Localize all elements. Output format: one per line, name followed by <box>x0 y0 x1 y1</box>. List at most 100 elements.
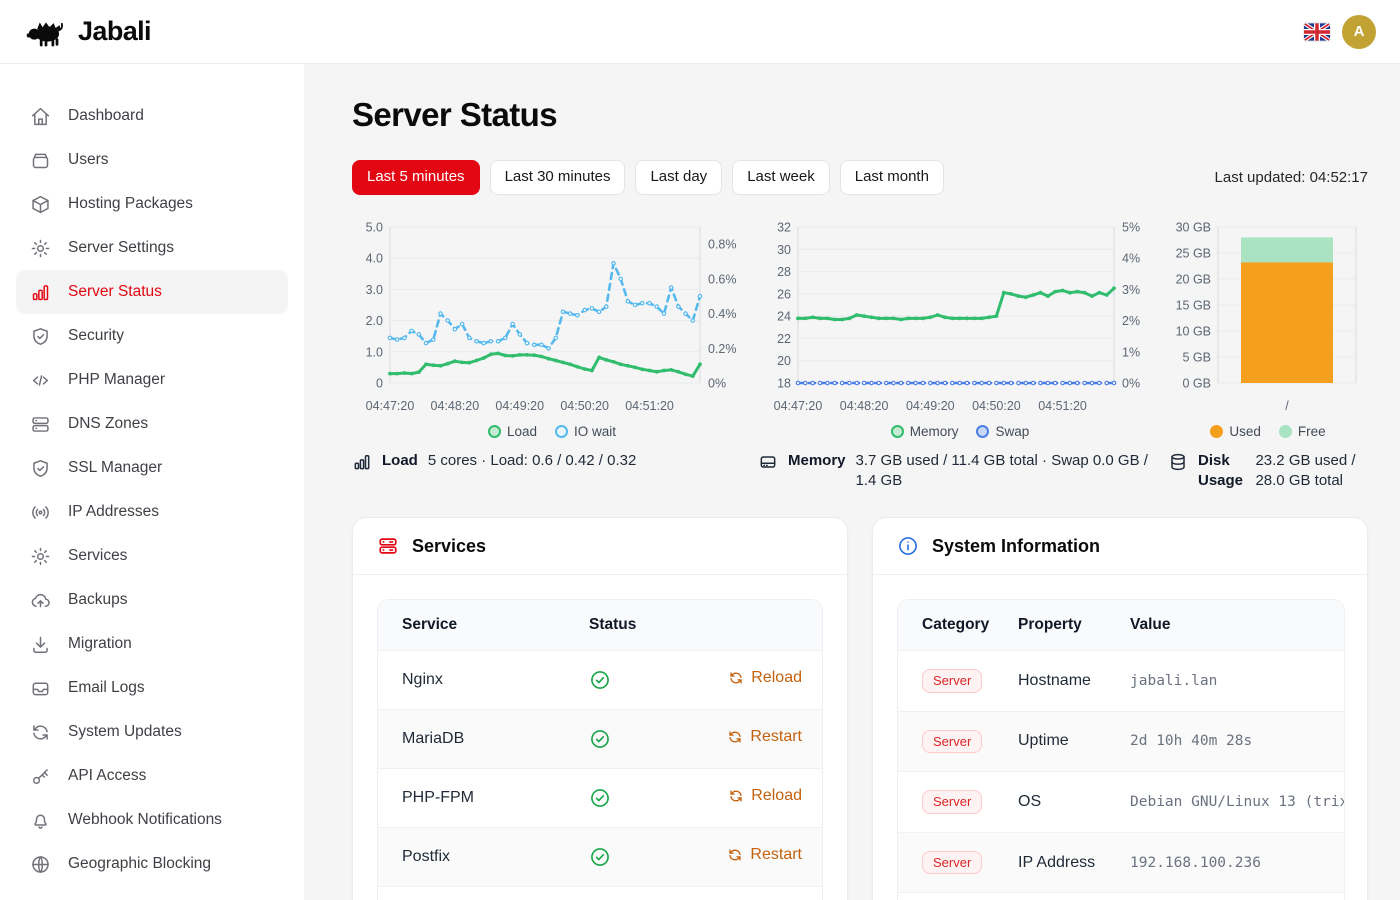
svg-text:04:47:20: 04:47:20 <box>366 399 415 413</box>
page-title: Server Status <box>352 96 1368 134</box>
sidebar-item-label: Migration <box>68 635 132 653</box>
svg-text:0 GB: 0 GB <box>1183 376 1212 390</box>
stat-label: Memory <box>788 451 846 471</box>
sidebar-item-migration[interactable]: Migration <box>16 622 288 666</box>
service-action-reload[interactable]: Reload <box>728 787 802 805</box>
sidebar-item-label: Backups <box>68 591 127 609</box>
shield-check-icon <box>30 326 51 347</box>
table-row: ServerIP Address192.168.100.236 <box>898 832 1345 893</box>
stat-disk-usage: Disk Usage23.2 GB used / 28.0 GB total <box>1168 451 1368 492</box>
sidebar-item-dashboard[interactable]: Dashboard <box>16 94 288 138</box>
sidebar-item-label: Services <box>68 547 127 565</box>
memory-chart-legend: MemorySwap <box>758 424 1162 443</box>
sidebar-item-server-status[interactable]: Server Status <box>16 270 288 314</box>
service-action-restart[interactable]: Restart <box>727 728 802 746</box>
sidebar-item-ssl-manager[interactable]: SSL Manager <box>16 446 288 490</box>
service-action-restart[interactable]: Restart <box>727 846 802 864</box>
svg-text:10 GB: 10 GB <box>1176 324 1211 338</box>
svg-text:/: / <box>1285 399 1289 413</box>
main-content: Server Status Last 5 minutes Last 30 minu… <box>304 64 1400 900</box>
sidebar-item-dns-zones[interactable]: DNS Zones <box>16 402 288 446</box>
uk-flag-icon <box>1304 23 1330 41</box>
brand[interactable]: Jabali <box>24 16 151 48</box>
memory-chart: 32302826242220185%4%3%2%1%0%04:47:2004:4… <box>758 217 1162 417</box>
sidebar-item-php-manager[interactable]: PHP Manager <box>16 358 288 402</box>
svg-text:04:48:20: 04:48:20 <box>840 399 889 413</box>
svg-text:04:50:20: 04:50:20 <box>560 399 609 413</box>
sidebar-item-label: API Access <box>68 767 146 785</box>
sidebar-item-label: DNS Zones <box>68 415 148 433</box>
svg-text:2.0: 2.0 <box>366 314 383 328</box>
bell-icon <box>30 810 51 831</box>
tab-last-month[interactable]: Last month <box>840 160 944 195</box>
category-cell: Server <box>898 893 1018 900</box>
sidebar-item-geographic-blocking[interactable]: Geographic Blocking <box>16 842 288 886</box>
sidebar-item-users[interactable]: Users <box>16 138 288 182</box>
service-status <box>589 828 709 887</box>
column-header-service: Service <box>378 600 589 651</box>
sidebar-item-system-updates[interactable]: System Updates <box>16 710 288 754</box>
svg-text:30 GB: 30 GB <box>1176 220 1211 234</box>
property-cell: Uptime <box>1018 711 1130 772</box>
download-icon <box>30 634 51 655</box>
sidebar-item-webhook-notifications[interactable]: Webhook Notifications <box>16 798 288 842</box>
sidebar-item-api-access[interactable]: API Access <box>16 754 288 798</box>
column-header-actions <box>709 600 823 651</box>
property-value: Debian GNU/Linux 13 (trixie) <box>1130 794 1345 810</box>
svg-text:32: 32 <box>777 220 791 234</box>
tabs-group: Last 5 minutes Last 30 minutes Last day Las… <box>352 160 954 195</box>
svg-text:4.0: 4.0 <box>366 251 383 265</box>
legend-label: Used <box>1229 424 1261 439</box>
tab-last-5-minutes[interactable]: Last 5 minutes <box>352 160 480 195</box>
tab-last-day[interactable]: Last day <box>635 160 722 195</box>
property-value: 2d 10h 40m 28s <box>1130 733 1252 749</box>
legend-swatch <box>976 425 989 438</box>
svg-text:20: 20 <box>777 354 791 368</box>
sidebar-item-label: Server Settings <box>68 239 174 257</box>
broadcast-icon <box>30 502 51 523</box>
svg-text:3.0: 3.0 <box>366 282 383 296</box>
table-row: ServerOSDebian GNU/Linux 13 (trixie) <box>898 772 1345 833</box>
services-panel-body: ServiceStatusNginxReloadMariaDBRestartPH… <box>353 575 847 900</box>
tab-last-week[interactable]: Last week <box>732 160 830 195</box>
time-range-tabs: Last 5 minutes Last 30 minutes Last day Las… <box>352 160 1368 195</box>
sidebar-item-hosting-packages[interactable]: Hosting Packages <box>16 182 288 226</box>
sidebar-item-server-settings[interactable]: Server Settings <box>16 226 288 270</box>
svg-text:18: 18 <box>777 376 791 390</box>
column-header-value: Value <box>1130 600 1345 651</box>
globe-icon <box>30 854 51 875</box>
category-cell: Server <box>898 711 1018 772</box>
boar-icon <box>24 16 68 48</box>
sidebar-item-services[interactable]: Services <box>16 534 288 578</box>
refresh-small-icon <box>727 729 743 745</box>
server-stack-icon <box>30 414 51 435</box>
sidebar-item-security[interactable]: Security <box>16 314 288 358</box>
table-row: MariaDB Restart <box>378 710 823 769</box>
svg-text:0.2%: 0.2% <box>708 341 737 355</box>
gear-icon <box>30 546 51 567</box>
legend-item-io-wait: IO wait <box>555 424 616 439</box>
column-header-property: Property <box>1018 600 1130 651</box>
tab-last-30-minutes[interactable]: Last 30 minutes <box>490 160 626 195</box>
svg-text:28: 28 <box>777 265 791 279</box>
service-name: MariaDB <box>378 710 589 769</box>
category-badge: Server <box>922 669 982 693</box>
last-updated: Last updated: 04:52:17 <box>1215 169 1368 186</box>
sidebar-item-label: Webhook Notifications <box>68 811 222 829</box>
sidebar-item-ip-addresses[interactable]: IP Addresses <box>16 490 288 534</box>
refresh-icon <box>30 722 51 743</box>
sidebar: DashboardUsersHosting Packages Server Set… <box>0 64 304 900</box>
language-switcher[interactable] <box>1304 23 1330 41</box>
sidebar-item-backups[interactable]: Backups <box>16 578 288 622</box>
service-action-reload[interactable]: Reload <box>728 669 802 687</box>
legend-item-swap: Swap <box>976 424 1029 439</box>
svg-text:0%: 0% <box>708 376 726 390</box>
disk-usage-chart: 30 GB25 GB20 GB15 GB10 GB5 GB0 GB/ <box>1168 217 1368 417</box>
sidebar-item-email-logs[interactable]: Email Logs <box>16 666 288 710</box>
avatar[interactable]: A <box>1342 15 1376 49</box>
service-action-cell: Restart <box>709 710 823 769</box>
server-rack-icon-slot <box>377 535 399 557</box>
service-action-label: Reload <box>751 787 802 805</box>
category-badge: Server <box>922 790 982 814</box>
sidebar-item-label: IP Addresses <box>68 503 159 521</box>
